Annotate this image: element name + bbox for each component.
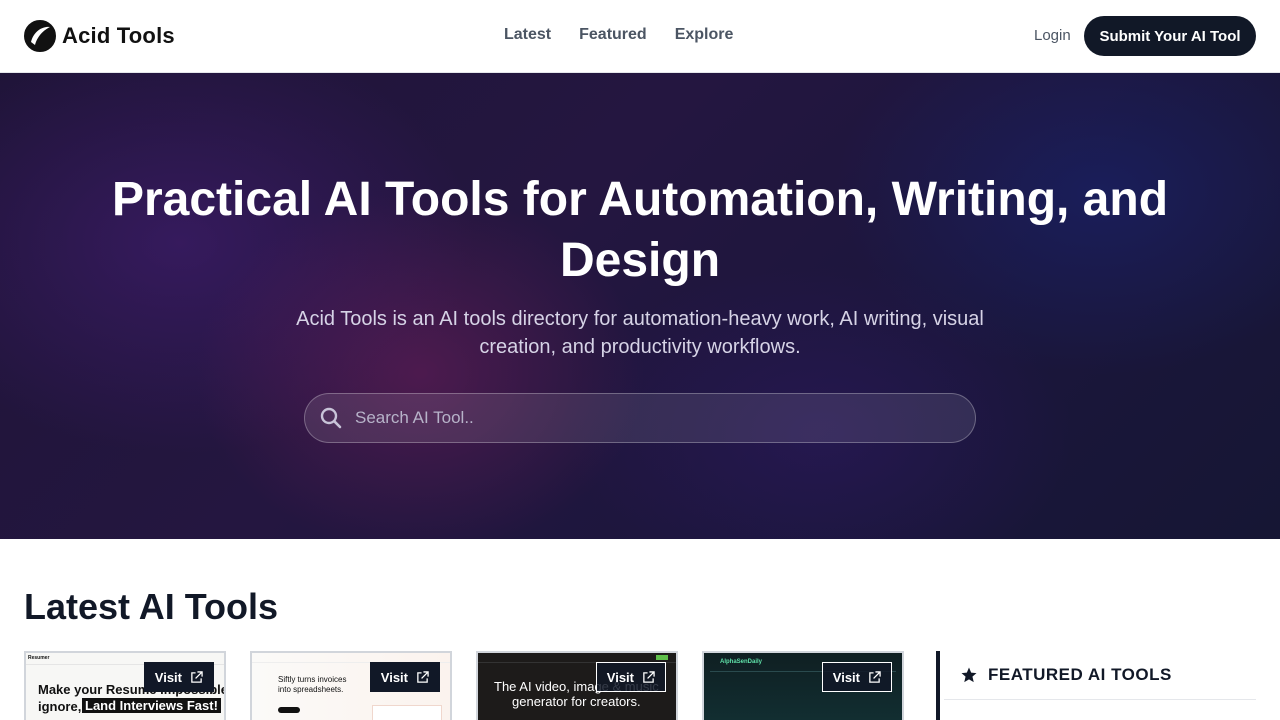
- featured-divider: [944, 699, 1256, 700]
- hero-title: Practical AI Tools for Automation, Writi…: [111, 173, 1169, 287]
- card-1-line2a: ignore,: [38, 699, 82, 714]
- tool-card-2[interactable]: Siftly turns invoices into spreadsheets.…: [250, 651, 452, 720]
- nav-explore[interactable]: Explore: [675, 24, 734, 46]
- brand-logo[interactable]: Acid Tools: [24, 19, 175, 53]
- search-icon: [320, 407, 342, 429]
- external-link-icon: [191, 670, 203, 683]
- latest-section-title: Latest AI Tools: [24, 586, 279, 627]
- visit-label: Visit: [380, 669, 408, 685]
- acid-logo-icon: [24, 20, 56, 52]
- main-nav: Latest Featured Explore: [504, 24, 733, 46]
- nav-featured[interactable]: Featured: [579, 24, 647, 46]
- featured-sidebar: FEATURED AI TOOLS: [936, 651, 1256, 720]
- card-3-line2: generator for creators.: [512, 694, 641, 709]
- visit-button-2[interactable]: Visit: [369, 662, 440, 692]
- top-header: Acid Tools Latest Featured Explore Login…: [0, 0, 1280, 73]
- card-2-line2: into spreadsheets.: [278, 685, 344, 694]
- tool-card-3[interactable]: The AI video, image & music generator fo…: [476, 651, 678, 720]
- visit-label: Visit: [832, 669, 860, 685]
- card-2-line1: Siftly turns invoices: [278, 675, 347, 684]
- visit-label: Visit: [606, 669, 634, 685]
- featured-header: FEATURED AI TOOLS: [960, 665, 1172, 685]
- submit-tool-button[interactable]: Submit Your AI Tool: [1084, 16, 1256, 56]
- tool-card-1[interactable]: Resumer Make your Resume impossible to i…: [24, 651, 226, 720]
- featured-title: FEATURED AI TOOLS: [988, 665, 1172, 684]
- search-bar[interactable]: [304, 393, 976, 443]
- card-1-line2b: Land Interviews Fast!: [82, 698, 221, 713]
- tool-card-4[interactable]: AlphaSenDaily Visit: [702, 651, 904, 720]
- external-link-icon: [643, 670, 655, 683]
- external-link-icon: [869, 670, 881, 683]
- login-link[interactable]: Login: [1034, 27, 1071, 45]
- external-link-icon: [417, 670, 429, 683]
- hero-subtitle: Acid Tools is an AI tools directory for …: [296, 308, 984, 358]
- visit-label: Visit: [154, 669, 182, 685]
- hero-section: Practical AI Tools for Automation, Writi…: [0, 73, 1280, 539]
- search-input[interactable]: [355, 408, 975, 428]
- nav-latest[interactable]: Latest: [504, 24, 551, 46]
- visit-button-1[interactable]: Visit: [143, 662, 214, 692]
- brand-name: Acid Tools: [62, 23, 175, 48]
- visit-button-4[interactable]: Visit: [821, 662, 892, 692]
- visit-button-3[interactable]: Visit: [595, 662, 666, 692]
- star-icon: [961, 667, 977, 683]
- card-1-brand: Resumer: [28, 655, 50, 661]
- card-4-brand: AlphaSenDaily: [720, 659, 763, 665]
